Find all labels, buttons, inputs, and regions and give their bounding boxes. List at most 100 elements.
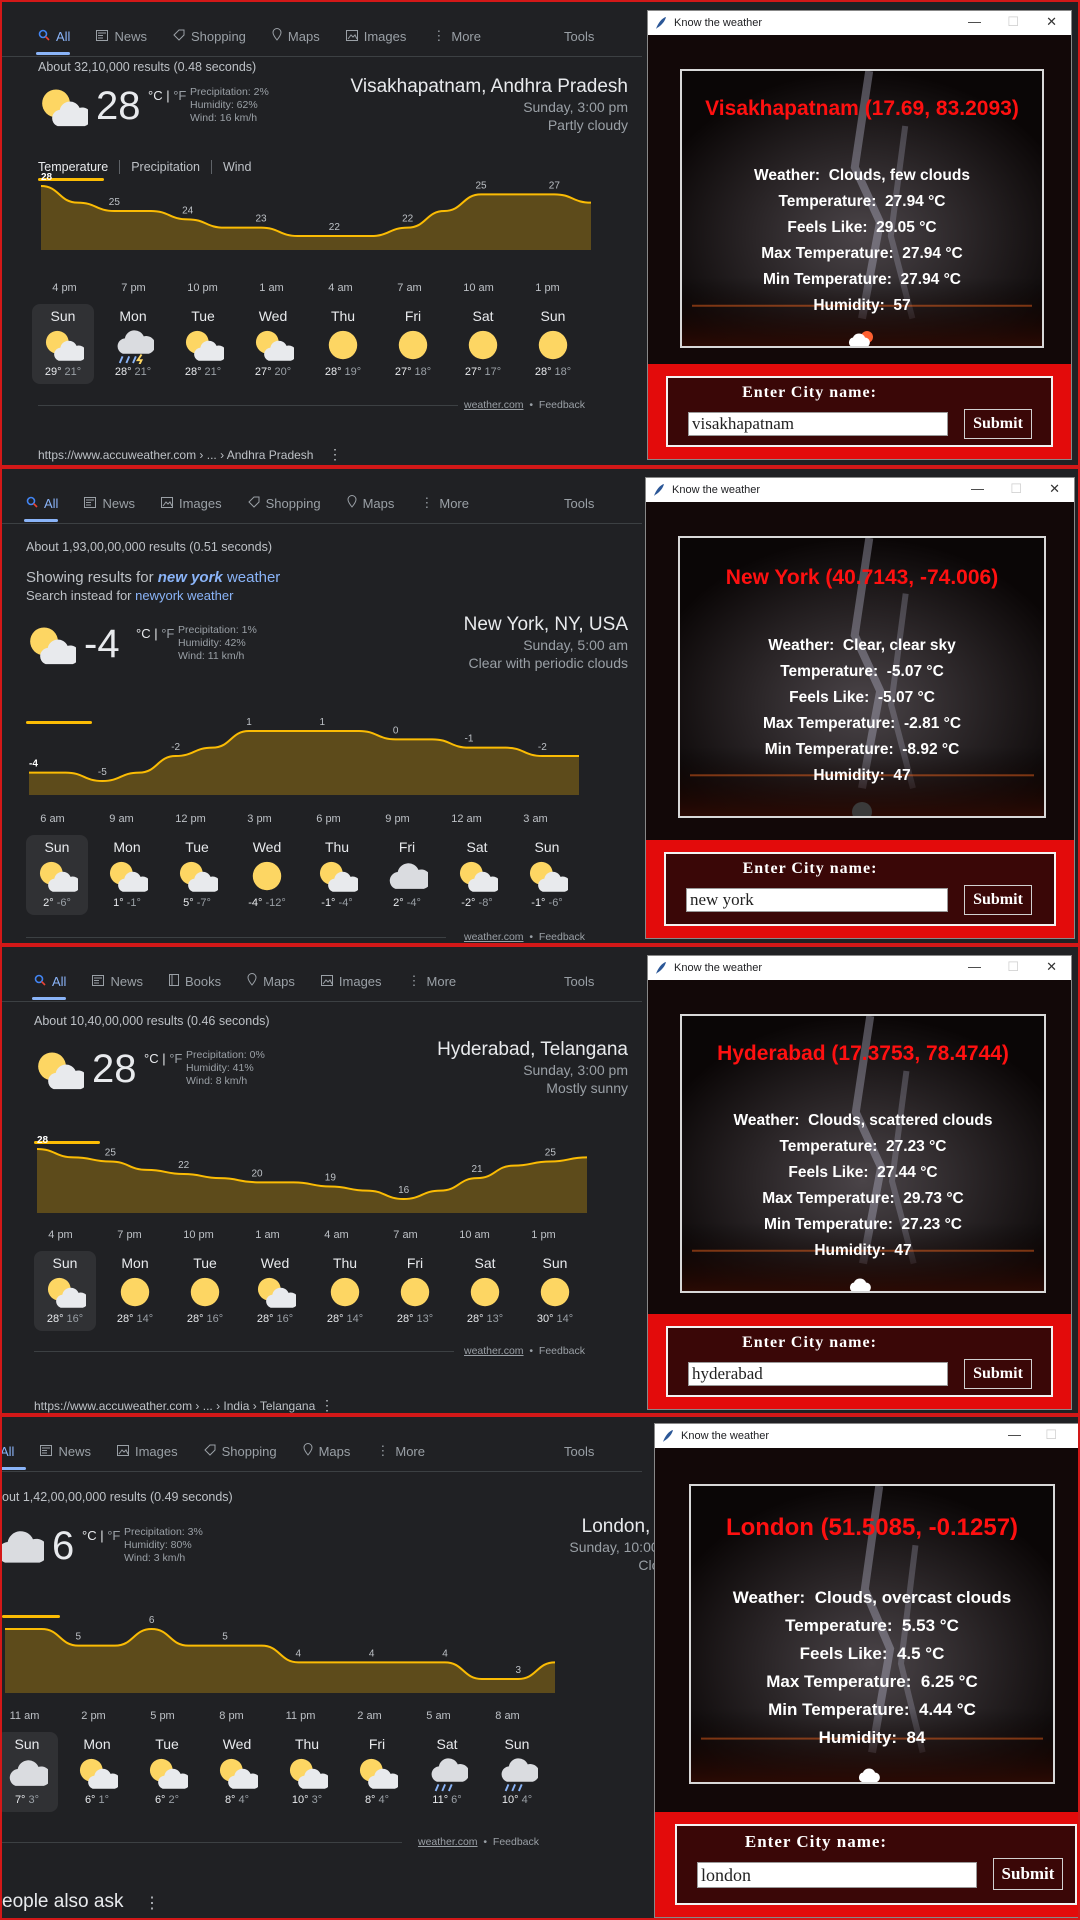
unit-toggle[interactable]: °C | °F (148, 88, 186, 103)
tab-all[interactable]: All (38, 28, 70, 44)
tab-all[interactable]: All (34, 973, 66, 989)
original-query-link[interactable]: newyork weather (135, 588, 233, 603)
maximize-button[interactable]: ☐ (1007, 959, 1019, 975)
window-titlebar[interactable]: Know the weather — ☐ ✕ (648, 956, 1071, 980)
day-3[interactable]: Wed 28° 16° (244, 1251, 306, 1331)
day-5[interactable]: Fri 27° 18° (382, 304, 444, 384)
day-7[interactable]: Sun 30° 14° (524, 1251, 586, 1331)
source-link[interactable]: weather.com (464, 931, 524, 943)
day-6[interactable]: Sat 27° 17° (452, 304, 514, 384)
source-link[interactable]: weather.com (464, 1345, 524, 1357)
close-button[interactable]: ✕ (1046, 14, 1057, 30)
tab-images[interactable]: Images (345, 28, 406, 44)
tab-maps[interactable]: Maps (347, 495, 394, 511)
minimize-button[interactable]: — (968, 959, 981, 974)
day-3[interactable]: Wed 8° 4° (206, 1732, 268, 1812)
day-0[interactable]: Sun 29° 21° (32, 304, 94, 384)
day-3[interactable]: Wed 27° 20° (242, 304, 304, 384)
day-1[interactable]: Mon 28° 14° (104, 1251, 166, 1331)
tab-more[interactable]: ⋮ More (432, 28, 481, 44)
maximize-button[interactable]: ☐ (1045, 1427, 1057, 1443)
submit-button[interactable]: Submit (993, 1858, 1063, 1890)
day-4[interactable]: Thu -1° -4° (306, 835, 368, 915)
window-titlebar[interactable]: Know the weather — ☐ (655, 1424, 1078, 1448)
minimize-button[interactable]: — (971, 481, 984, 496)
tab-maps[interactable]: Maps (303, 1443, 350, 1459)
tools-button[interactable]: Tools (564, 29, 594, 44)
day-6[interactable]: Sat 28° 13° (454, 1251, 516, 1331)
day-2[interactable]: Tue 28° 21° (172, 304, 234, 384)
day-5[interactable]: Fri 28° 13° (384, 1251, 446, 1331)
result-url[interactable]: https://www.accuweather.com › ... › Indi… (34, 1399, 315, 1413)
feedback-link[interactable]: Feedback (539, 1345, 585, 1357)
result-url[interactable]: https://www.accuweather.com › ... › Andh… (38, 448, 313, 462)
submit-button[interactable]: Submit (964, 885, 1032, 915)
source-link[interactable]: weather.com (464, 399, 524, 411)
close-button[interactable]: ✕ (1049, 481, 1060, 497)
tab-books[interactable]: Books (168, 973, 221, 989)
more-vert-icon[interactable]: ⋮ (320, 1397, 334, 1413)
day-0[interactable]: Sun 7° 3° (2, 1732, 58, 1812)
submit-button[interactable]: Submit (964, 1359, 1032, 1389)
day-1[interactable]: Mon 1° -1° (96, 835, 158, 915)
day-4[interactable]: Thu 28° 14° (314, 1251, 376, 1331)
day-3[interactable]: Wed -4° -12° (236, 835, 298, 915)
feedback-link[interactable]: Feedback (539, 931, 585, 943)
tab-images[interactable]: Images (160, 495, 222, 511)
tab-shopping[interactable]: Shopping (203, 1443, 277, 1459)
minimize-button[interactable]: — (1008, 1427, 1021, 1442)
tab-all[interactable]: All (2, 1443, 14, 1459)
source-link[interactable]: weather.com (418, 1836, 478, 1848)
tab-more[interactable]: ⋮ More (408, 973, 457, 989)
tab-news[interactable]: News (92, 973, 143, 989)
tab-shopping[interactable]: Shopping (247, 495, 321, 511)
day-4[interactable]: Thu 28° 19° (312, 304, 374, 384)
day-6[interactable]: Sat 11° 6° (416, 1732, 478, 1812)
unit-toggle[interactable]: °C | °F (136, 626, 174, 641)
tab-news[interactable]: News (84, 495, 135, 511)
tools-button[interactable]: Tools (564, 974, 594, 989)
city-input[interactable]: new york (686, 888, 948, 912)
day-6[interactable]: Sat -2° -8° (446, 835, 508, 915)
day-2[interactable]: Tue 6° 2° (136, 1732, 198, 1812)
tab-news[interactable]: News (96, 28, 147, 44)
day-1[interactable]: Mon 6° 1° (66, 1732, 128, 1812)
tab-all[interactable]: All (26, 495, 58, 511)
day-1[interactable]: Mon 28° 21° (102, 304, 164, 384)
day-7[interactable]: Sun 28° 18° (522, 304, 584, 384)
day-2[interactable]: Tue 5° -7° (166, 835, 228, 915)
tab-shopping[interactable]: Shopping (173, 28, 246, 44)
more-vert-icon[interactable]: ⋮ (328, 446, 342, 463)
city-input[interactable]: visakhapatnam (688, 412, 948, 436)
unit-toggle[interactable]: °C | °F (82, 1528, 120, 1543)
tab-maps[interactable]: Maps (247, 973, 295, 989)
maximize-button[interactable]: ☐ (1007, 14, 1019, 30)
window-titlebar[interactable]: Know the weather — ☐ ✕ (648, 11, 1071, 35)
close-button[interactable]: ✕ (1046, 959, 1057, 975)
day-5[interactable]: Fri 2° -4° (376, 835, 438, 915)
day-0[interactable]: Sun 28° 16° (34, 1251, 96, 1331)
day-0[interactable]: Sun 2° -6° (26, 835, 88, 915)
day-2[interactable]: Tue 28° 16° (174, 1251, 236, 1331)
day-5[interactable]: Fri 8° 4° (346, 1732, 408, 1812)
corrected-query-link[interactable]: new york (158, 569, 223, 586)
tools-button[interactable]: Tools (564, 1444, 594, 1459)
minimize-button[interactable]: — (968, 14, 981, 29)
day-7[interactable]: Sun 10° 4° (486, 1732, 548, 1812)
unit-toggle[interactable]: °C | °F (144, 1051, 182, 1066)
more-vert-icon[interactable]: ⋮ (144, 1893, 160, 1913)
tab-maps[interactable]: Maps (272, 28, 320, 44)
city-input[interactable]: hyderabad (688, 1362, 948, 1386)
tab-images[interactable]: Images (116, 1443, 178, 1459)
tools-button[interactable]: Tools (564, 496, 594, 511)
tab-images[interactable]: Images (320, 973, 382, 989)
day-7[interactable]: Sun -1° -6° (516, 835, 578, 915)
maximize-button[interactable]: ☐ (1010, 481, 1022, 497)
feedback-link[interactable]: Feedback (539, 399, 585, 411)
tab-more[interactable]: ⋮ More (376, 1443, 425, 1459)
feedback-link[interactable]: Feedback (493, 1836, 539, 1848)
submit-button[interactable]: Submit (964, 409, 1032, 439)
city-input[interactable]: london (697, 1862, 977, 1888)
day-4[interactable]: Thu 10° 3° (276, 1732, 338, 1812)
tab-news[interactable]: News (40, 1443, 91, 1459)
